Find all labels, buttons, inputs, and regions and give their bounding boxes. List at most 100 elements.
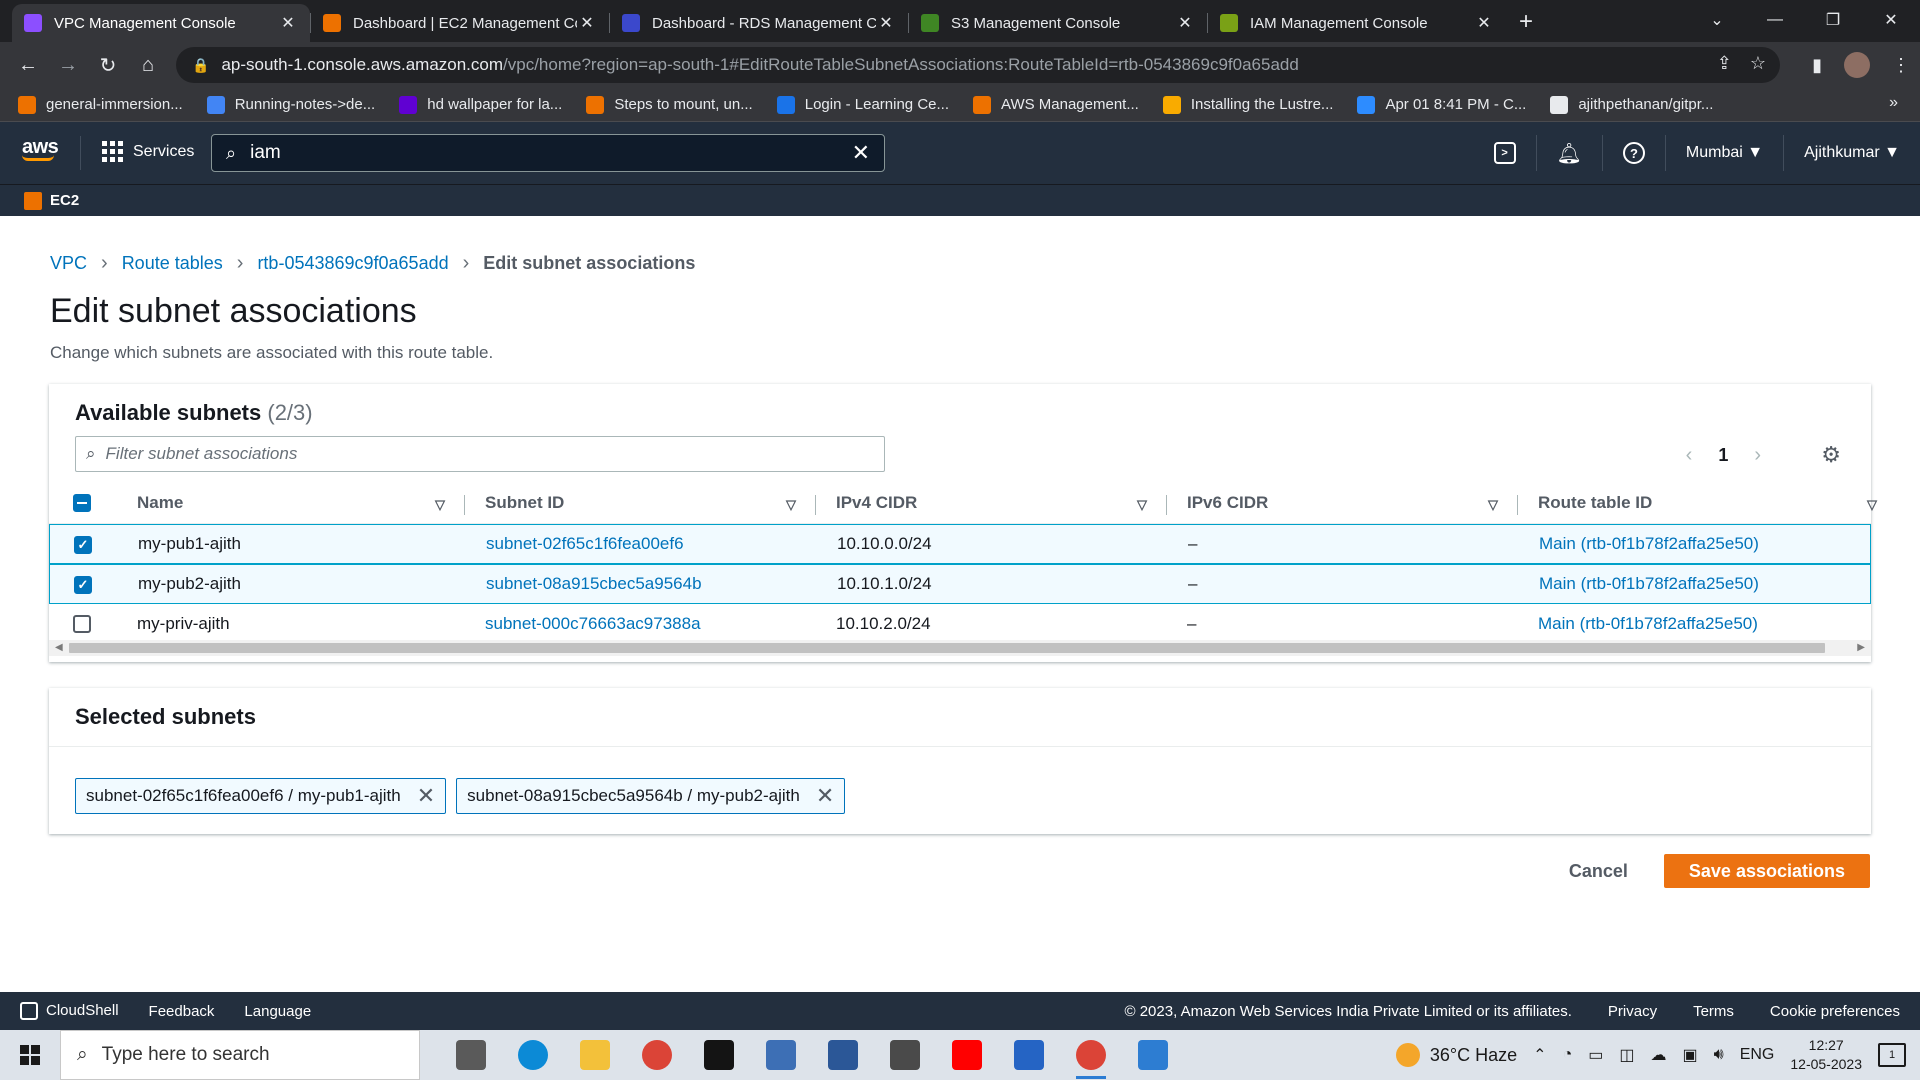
feedback-link[interactable]: Feedback <box>149 1003 215 1020</box>
close-tab-icon[interactable]: ✕ <box>876 13 896 33</box>
filter-box[interactable]: ⌕ <box>75 436 885 472</box>
taskbar-search[interactable]: ⌕ Type here to search <box>60 1030 420 1080</box>
sort-icon[interactable]: ▽ <box>786 497 796 513</box>
sort-icon[interactable]: ▽ <box>1137 497 1147 513</box>
remove-token-icon[interactable]: ✕ <box>816 783 834 809</box>
column-ipv4-cidr[interactable]: IPv4 CIDR ▽ <box>816 493 1167 515</box>
clear-search-icon[interactable]: ✕ <box>852 140 870 166</box>
close-tab-icon[interactable]: ✕ <box>1474 13 1494 33</box>
row-checkbox[interactable] <box>73 615 91 634</box>
cloud-icon[interactable]: ☁ <box>1650 1045 1666 1065</box>
youtube-icon[interactable] <box>946 1034 988 1076</box>
table-row[interactable]: ✓ my-pub2-ajith subnet-08a915cbec5a9564b… <box>49 564 1871 604</box>
store-icon[interactable] <box>1008 1034 1050 1076</box>
bookmarks-overflow-icon[interactable]: » <box>1889 94 1898 112</box>
weather-widget[interactable]: 36°C Haze <box>1395 1043 1517 1067</box>
bookmark-star-icon[interactable]: ☆ <box>1750 53 1766 74</box>
column-name[interactable]: Name ▽ <box>115 493 465 515</box>
column-ipv6-cidr[interactable]: IPv6 CIDR ▽ <box>1167 493 1518 515</box>
cloudshell-button[interactable]: > <box>1474 135 1536 171</box>
subnet-id-link[interactable]: subnet-000c76663ac97388a <box>485 614 701 633</box>
address-bar[interactable]: 🔒 ap-south-1.console.aws.amazon.com/vpc/… <box>176 47 1780 83</box>
bookmark-item[interactable]: hd wallpaper for la... <box>399 95 562 114</box>
home-icon[interactable]: ⌂ <box>128 54 168 77</box>
route-table-link[interactable]: Main (rtb-0f1b78f2affa25e50) <box>1538 614 1758 633</box>
close-window-button[interactable]: ✕ <box>1862 0 1920 40</box>
close-tab-icon[interactable]: ✕ <box>278 13 298 33</box>
sort-icon[interactable]: ▽ <box>1488 497 1498 513</box>
aws-search-bar[interactable]: ⌕ iam ✕ <box>211 134 885 172</box>
row-checkbox[interactable]: ✓ <box>74 535 92 554</box>
privacy-link[interactable]: Privacy <box>1608 1003 1657 1020</box>
url-text[interactable]: ap-south-1.console.aws.amazon.com/vpc/ho… <box>221 55 1298 75</box>
bookmark-item[interactable]: general-immersion... <box>18 95 183 114</box>
bookmark-item[interactable]: ajithpethanan/gitpr... <box>1550 95 1713 114</box>
browser-tab[interactable]: Dashboard | EC2 Management Co ✕ <box>311 4 609 42</box>
photos-icon[interactable] <box>1132 1034 1174 1076</box>
remove-token-icon[interactable]: ✕ <box>417 783 435 809</box>
file-explorer-icon[interactable] <box>574 1034 616 1076</box>
edge-icon[interactable] <box>512 1034 554 1076</box>
current-page[interactable]: 1 <box>1718 445 1728 466</box>
chrome-profile-icon[interactable] <box>1070 1034 1112 1079</box>
save-associations-button[interactable]: Save associations <box>1663 854 1870 888</box>
language-indicator[interactable]: ENG <box>1740 1046 1775 1064</box>
battery-icon[interactable]: ▭ <box>1588 1045 1603 1065</box>
bookmark-item[interactable]: Running-notes->de... <box>206 95 375 114</box>
column-route-table-id[interactable]: Route table ID ▽ <box>1518 493 1877 513</box>
horizontal-scrollbar[interactable]: ◀ ▶ <box>49 640 1871 656</box>
breadcrumb-route-table-id[interactable]: rtb-0543869c9f0a65add <box>257 253 448 274</box>
prev-page-icon[interactable]: ‹ <box>1686 444 1693 467</box>
services-menu-button[interactable]: Services <box>102 141 194 162</box>
bookmark-item[interactable]: Apr 01 8:41 PM - C... <box>1357 95 1526 114</box>
select-all-checkbox[interactable] <box>73 494 91 513</box>
next-page-icon[interactable]: › <box>1754 444 1761 467</box>
forward-icon[interactable]: → <box>48 54 88 77</box>
language-link[interactable]: Language <box>244 1003 311 1020</box>
cloudshell-link[interactable]: CloudShell <box>20 1002 119 1021</box>
sort-icon[interactable]: ▽ <box>435 497 445 513</box>
scroll-right-icon[interactable]: ▶ <box>1857 640 1865 656</box>
bookmark-item[interactable]: Installing the Lustre... <box>1162 95 1333 114</box>
filter-input[interactable] <box>105 444 866 464</box>
account-menu[interactable]: Ajithkumar ▼ <box>1783 135 1920 171</box>
chrome-icon[interactable] <box>636 1034 678 1076</box>
favorite-ec2-link[interactable]: EC2 <box>50 192 79 209</box>
notifications-button[interactable]: 🔔︎ <box>1535 135 1602 171</box>
notification-center-icon[interactable]: 1 <box>1878 1043 1906 1067</box>
menu-icon[interactable]: ⋮ <box>1892 55 1910 76</box>
scroll-left-icon[interactable]: ◀ <box>55 640 63 656</box>
browser-tab[interactable]: S3 Management Console ✕ <box>909 4 1207 42</box>
bookmark-item[interactable]: Steps to mount, un... <box>586 95 753 114</box>
table-row[interactable]: ✓ my-pub1-ajith subnet-02f65c1f6fea00ef6… <box>49 524 1871 564</box>
search-input[interactable]: iam <box>250 142 851 164</box>
scrollbar-thumb[interactable] <box>69 643 1825 653</box>
tab-search-icon[interactable]: ⌄ <box>1688 0 1746 40</box>
minimize-button[interactable]: — <box>1746 0 1804 40</box>
subnet-id-link[interactable]: subnet-08a915cbec5a9564b <box>486 574 702 593</box>
wifi-icon[interactable]: ◔ <box>1563 1046 1573 1064</box>
aws-logo[interactable]: aws <box>22 136 59 161</box>
gear-icon[interactable]: ⚙ <box>1821 442 1841 468</box>
bookmark-item[interactable]: AWS Management... <box>973 95 1139 114</box>
lock-icon[interactable]: 🔒 <box>192 57 209 74</box>
clock[interactable]: 12:27 12-05-2023 <box>1790 1036 1862 1074</box>
terms-link[interactable]: Terms <box>1693 1003 1734 1020</box>
new-tab-button[interactable]: + <box>1506 8 1546 36</box>
cancel-button[interactable]: Cancel <box>1559 861 1638 882</box>
route-table-link[interactable]: Main (rtb-0f1b78f2affa25e50) <box>1539 574 1759 593</box>
restore-button[interactable]: ❐ <box>1804 0 1862 40</box>
table-row[interactable]: my-priv-ajith subnet-000c76663ac97388a 1… <box>49 604 1871 644</box>
start-button[interactable] <box>0 1045 60 1065</box>
close-tab-icon[interactable]: ✕ <box>577 13 597 33</box>
share-icon[interactable]: ⇪ <box>1717 53 1732 74</box>
cookie-preferences-link[interactable]: Cookie preferences <box>1770 1003 1900 1020</box>
app-utility-icon[interactable] <box>884 1034 926 1076</box>
region-selector[interactable]: Mumbai ▼ <box>1664 135 1783 171</box>
task-view-icon[interactable] <box>450 1034 492 1076</box>
sort-icon[interactable]: ▽ <box>1867 497 1877 513</box>
browser-tab[interactable]: IAM Management Console ✕ <box>1208 4 1506 42</box>
camera-icon[interactable]: ◫ <box>1619 1045 1634 1065</box>
subnet-id-link[interactable]: subnet-02f65c1f6fea00ef6 <box>486 534 684 553</box>
chevron-up-icon[interactable]: ⌃ <box>1533 1045 1546 1065</box>
